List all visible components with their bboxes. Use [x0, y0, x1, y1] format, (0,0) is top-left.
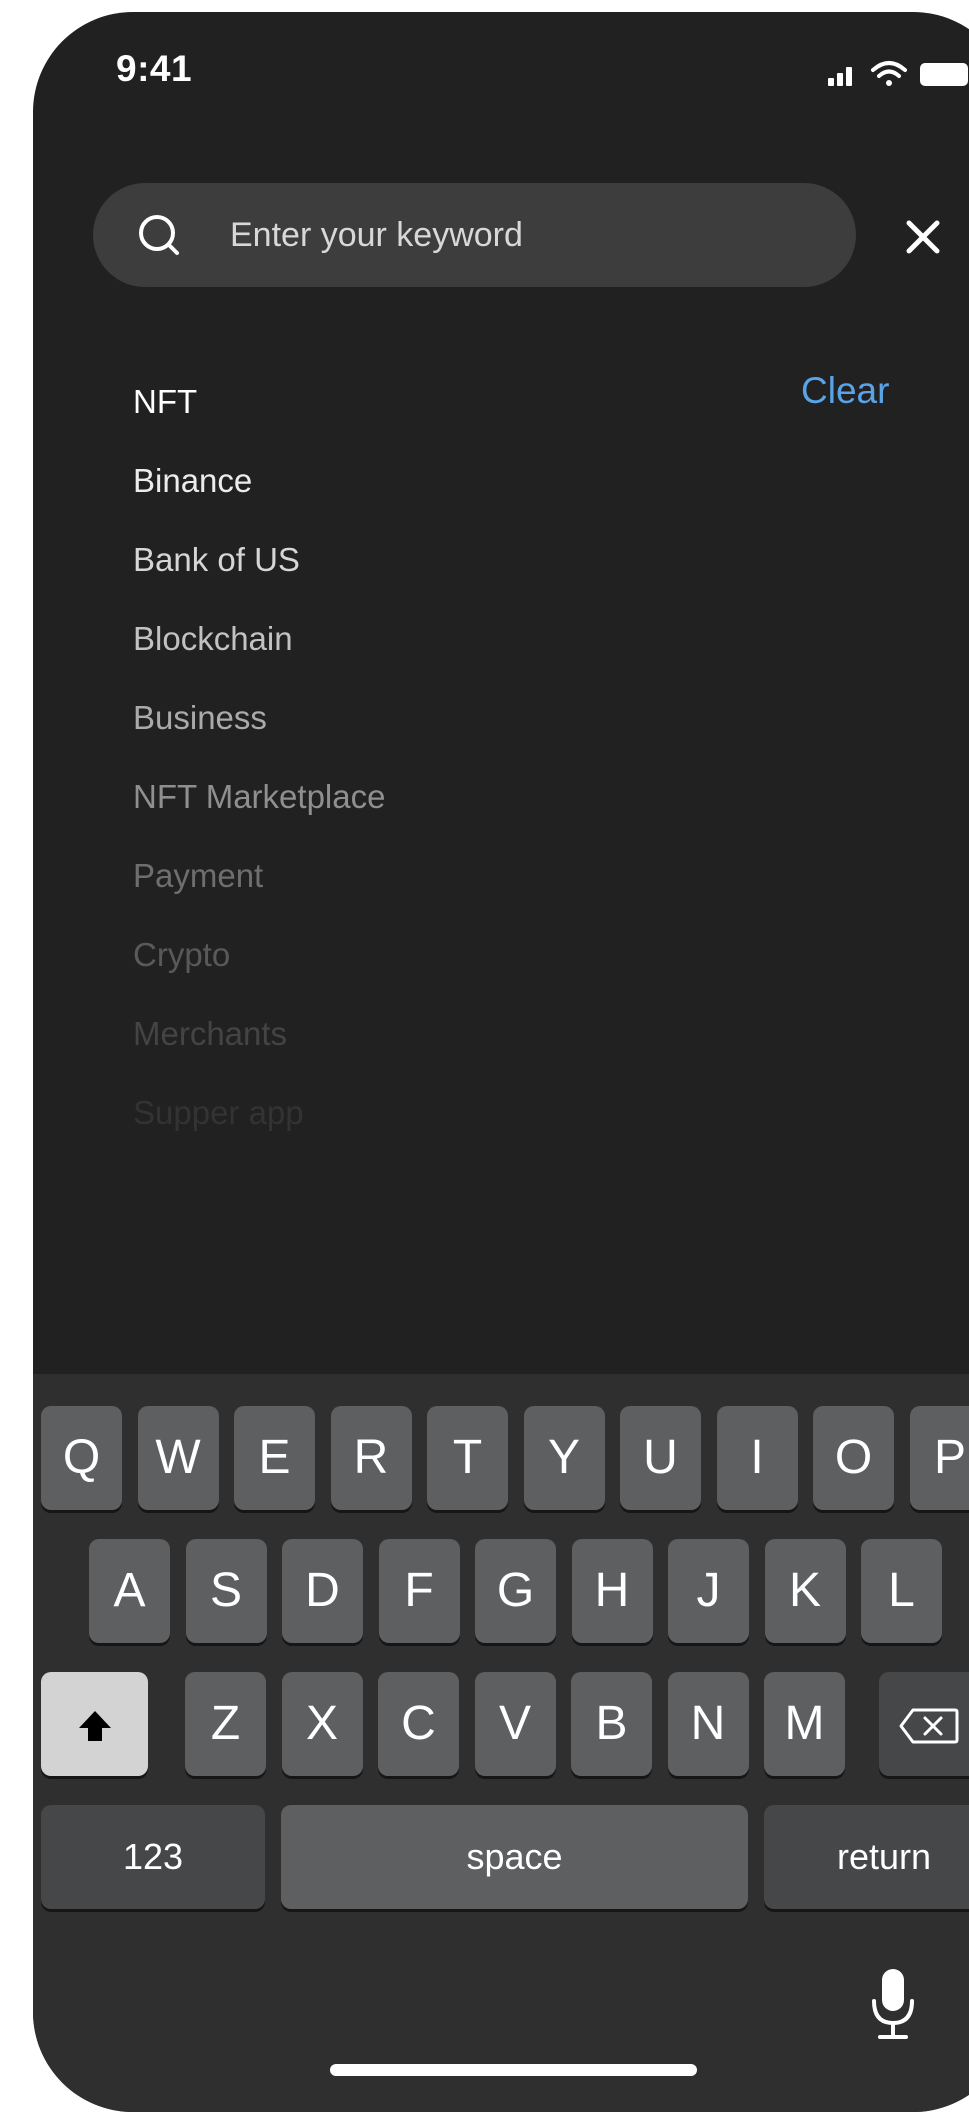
key-l[interactable]: L [861, 1539, 942, 1643]
key-r[interactable]: R [331, 1406, 412, 1510]
clear-button[interactable]: Clear [801, 370, 889, 412]
recent-search-item[interactable]: Binance [133, 441, 633, 520]
delete-icon [899, 1708, 959, 1744]
recent-search-item[interactable]: NFT Marketplace [133, 757, 633, 836]
key-k[interactable]: K [765, 1539, 846, 1643]
search-icon [135, 211, 185, 261]
key-g[interactable]: G [475, 1539, 556, 1643]
key-n[interactable]: N [668, 1672, 749, 1776]
key-f[interactable]: F [379, 1539, 460, 1643]
key-j[interactable]: J [668, 1539, 749, 1643]
recent-search-list: NFTBinanceBank of USBlockchainBusinessNF… [133, 362, 633, 1152]
key-e[interactable]: E [234, 1406, 315, 1510]
recent-search-item[interactable]: Merchants [133, 994, 633, 1073]
key-q[interactable]: Q [41, 1406, 122, 1510]
key-a[interactable]: A [89, 1539, 170, 1643]
recent-search-item[interactable]: NFT [133, 362, 633, 441]
key-d[interactable]: D [282, 1539, 363, 1643]
recent-search-item[interactable]: Supper app [133, 1073, 633, 1152]
key-x[interactable]: X [282, 1672, 363, 1776]
recent-search-item[interactable]: Payment [133, 836, 633, 915]
numbers-key[interactable]: 123 [41, 1805, 265, 1909]
close-icon[interactable] [897, 211, 949, 263]
signal-icon [828, 67, 852, 86]
recent-search-item[interactable]: Blockchain [133, 599, 633, 678]
key-y[interactable]: Y [524, 1406, 605, 1510]
space-key[interactable]: space [281, 1805, 748, 1909]
key-u[interactable]: U [620, 1406, 701, 1510]
key-v[interactable]: V [475, 1672, 556, 1776]
recent-search-item[interactable]: Business [133, 678, 633, 757]
delete-key[interactable] [879, 1672, 969, 1776]
key-p[interactable]: P [910, 1406, 969, 1510]
status-icons [793, 54, 969, 94]
key-s[interactable]: S [186, 1539, 267, 1643]
key-b[interactable]: B [571, 1672, 652, 1776]
microphone-icon[interactable] [868, 1967, 918, 2042]
phone-screen: 9:41 NFTB [33, 12, 969, 2112]
key-z[interactable]: Z [185, 1672, 266, 1776]
shift-key[interactable] [41, 1672, 148, 1776]
search-input[interactable] [230, 183, 830, 287]
battery-icon [920, 63, 969, 86]
shift-icon [77, 1709, 113, 1743]
search-bar[interactable] [93, 183, 856, 287]
return-key[interactable]: return [764, 1805, 969, 1909]
key-m[interactable]: M [764, 1672, 845, 1776]
status-time: 9:41 [116, 48, 192, 90]
recent-search-item[interactable]: Crypto [133, 915, 633, 994]
home-indicator [330, 2064, 697, 2076]
key-t[interactable]: T [427, 1406, 508, 1510]
key-o[interactable]: O [813, 1406, 894, 1510]
status-icons-svg [793, 54, 969, 94]
keyboard: QWERTYUIOP ASDFGHJKL ZXCVBNM 123spacereturn [33, 1374, 969, 2112]
key-c[interactable]: C [378, 1672, 459, 1776]
key-w[interactable]: W [138, 1406, 219, 1510]
wifi-icon [873, 63, 905, 86]
recent-search-item[interactable]: Bank of US [133, 520, 633, 599]
key-i[interactable]: I [717, 1406, 798, 1510]
key-h[interactable]: H [572, 1539, 653, 1643]
